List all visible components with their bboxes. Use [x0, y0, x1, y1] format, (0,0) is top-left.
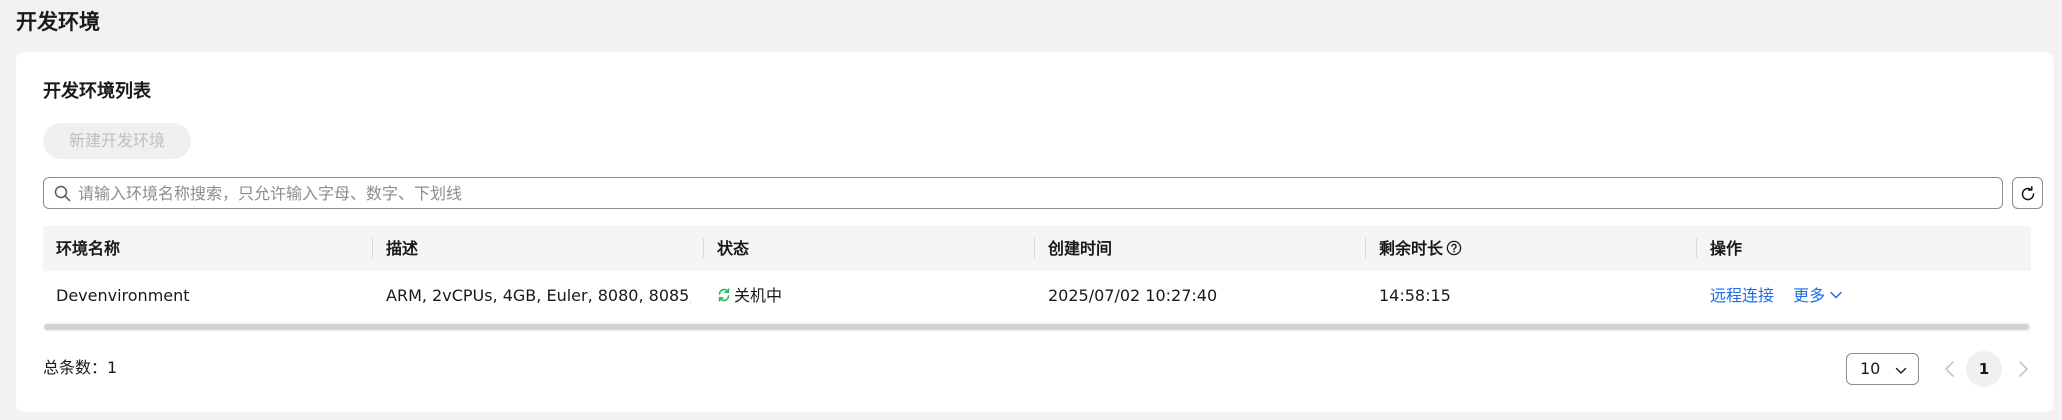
column-divider[interactable]: [1365, 238, 1366, 258]
chevron-down-icon: [1830, 291, 1842, 299]
col-header-created: 创建时间: [1048, 239, 1113, 258]
status-label: 关机中: [734, 286, 783, 305]
status-sync-icon: [718, 288, 730, 302]
column-divider[interactable]: [703, 238, 704, 258]
col-header-status: 状态: [717, 239, 750, 258]
col-header-remaining-label: 剩余时长: [1379, 239, 1444, 258]
search-box: [43, 177, 2003, 209]
cell-name: Devenvironment: [56, 286, 190, 305]
column-divider[interactable]: [372, 238, 373, 258]
prev-page-icon[interactable]: [1943, 360, 1957, 378]
col-header-remaining: 剩余时长: [1379, 226, 1462, 271]
refresh-button[interactable]: [2012, 177, 2043, 209]
cell-status: 关机中: [717, 271, 1017, 321]
chevron-down-icon: [1895, 367, 1907, 374]
table-header: 环境名称 描述 状态 创建时间 剩余时长 操作: [43, 226, 2031, 271]
list-title: 开发环境列表: [43, 81, 151, 102]
search-input[interactable]: [78, 182, 1978, 204]
horizontal-scrollbar[interactable]: [43, 322, 2031, 332]
page-size-select[interactable]: 10: [1846, 353, 1919, 385]
cell-created: 2025/07/02 10:27:40: [1048, 286, 1218, 305]
page-number-current[interactable]: 1: [1966, 351, 2002, 387]
cell-actions: 远程连接 更多: [1710, 271, 2030, 321]
cell-remaining: 14:58:15: [1379, 286, 1451, 305]
env-table: 环境名称 描述 状态 创建时间 剩余时长 操作 Devenvironment A…: [43, 226, 2031, 321]
column-divider[interactable]: [1034, 238, 1035, 258]
scrollbar-thumb[interactable]: [44, 324, 2029, 330]
column-divider[interactable]: [1696, 238, 1697, 258]
help-icon[interactable]: [1446, 240, 1462, 256]
next-page-icon[interactable]: [2016, 360, 2030, 378]
more-dropdown[interactable]: 更多: [1793, 286, 1843, 305]
col-header-description: 描述: [386, 239, 419, 258]
total-count: 总条数：1: [43, 358, 118, 377]
col-header-actions: 操作: [1710, 239, 1743, 258]
cell-description: ARM, 2vCPUs, 4GB, Euler, 8080, 8085, ...: [386, 286, 691, 305]
page-size-value: 10: [1860, 359, 1881, 378]
remote-connect-link[interactable]: 远程连接: [1710, 286, 1774, 305]
create-env-button[interactable]: 新建开发环境: [43, 123, 191, 159]
dev-env-list-card: 开发环境列表 新建开发环境 环境名称 描述 状态 创建时间 剩余时长: [16, 52, 2054, 412]
search-icon: [54, 185, 71, 202]
page-title: 开发环境: [16, 10, 100, 34]
table-row: Devenvironment ARM, 2vCPUs, 4GB, Euler, …: [43, 271, 2031, 321]
col-header-name: 环境名称: [56, 239, 121, 258]
more-label: 更多: [1793, 286, 1826, 305]
refresh-icon: [2021, 186, 2035, 201]
